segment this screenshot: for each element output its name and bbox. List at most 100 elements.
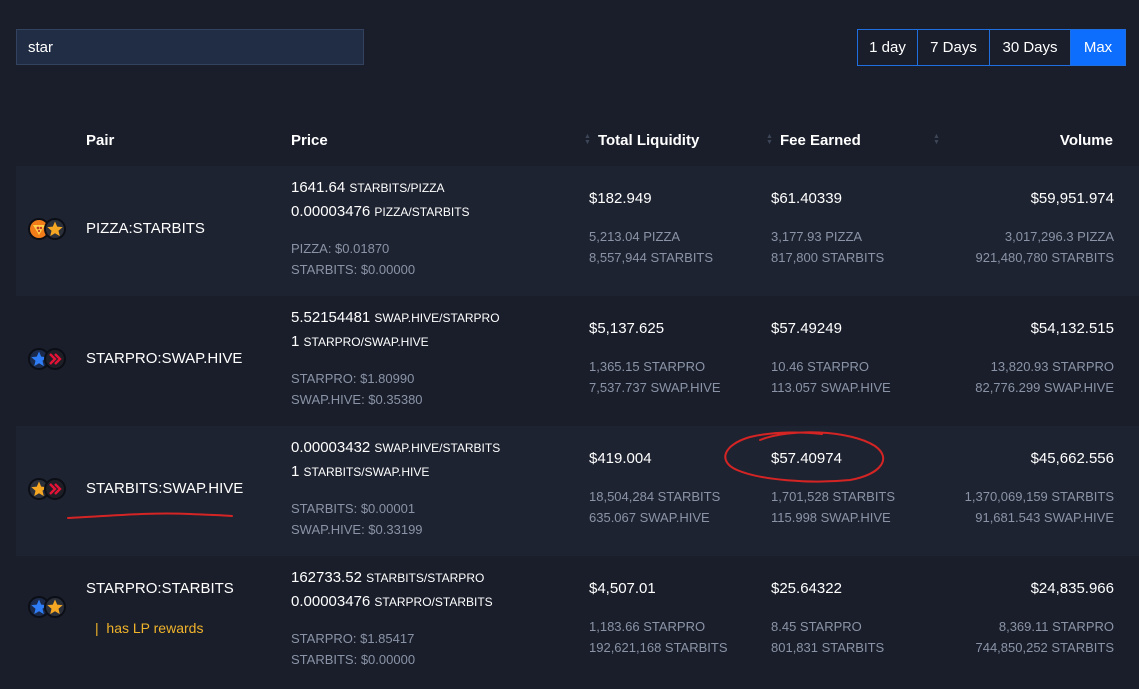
starbits-token-icon xyxy=(44,218,66,240)
volume-breakdown: 13,820.93 STARPRO 82,776.299 SWAP.HIVE xyxy=(975,356,1114,398)
liquidity-amount: 8,557,944 STARBITS xyxy=(589,250,714,265)
price-line-1: 162733.52 STARBITS/STARPRO xyxy=(291,566,493,590)
price-unit: SWAP.HIVE/STARPRO xyxy=(374,311,500,325)
usd-price: SWAP.HIVE: $0.33199 xyxy=(291,522,423,537)
price-cell: 162733.52 STARBITS/STARPRO 0.00003476 ST… xyxy=(291,566,493,614)
header-pair-label: Pair xyxy=(86,131,115,149)
fee-earned-value: $57.40974 xyxy=(771,450,842,467)
volume-amount: 8,369.11 STARPRO xyxy=(998,619,1114,634)
volume-amount: 82,776.299 SWAP.HIVE xyxy=(975,380,1114,395)
fee-earned-value: $25.64322 xyxy=(771,580,842,597)
liquidity-value: $419.004 xyxy=(589,450,652,467)
fee-amount: 8.45 STARPRO xyxy=(771,619,862,634)
header-total-liquidity[interactable]: ▲ ▼ Total Liquidity xyxy=(584,130,699,150)
header-pair[interactable]: Pair xyxy=(86,130,114,150)
price-cell: 0.00003432 SWAP.HIVE/STARBITS 1 STARBITS… xyxy=(291,436,500,484)
price-value: 0.00003432 xyxy=(291,439,371,456)
liquidity-amount: 5,213.04 PIZZA xyxy=(589,229,681,244)
price-line-2: 1 STARBITS/SWAP.HIVE xyxy=(291,460,500,484)
fee-amount: 115.998 SWAP.HIVE xyxy=(771,510,891,525)
header-price[interactable]: Price xyxy=(291,130,328,150)
liquidity-amount: 7,537.737 SWAP.HIVE xyxy=(589,380,721,395)
lp-rewards-text: has LP rewards xyxy=(106,620,204,636)
volume-value: $54,132.515 xyxy=(1030,320,1114,337)
pair-name[interactable]: STARPRO:SWAP.HIVE xyxy=(86,350,242,367)
usd-prices: STARBITS: $0.00001 SWAP.HIVE: $0.33199 xyxy=(291,498,423,540)
swap-hive-token-icon xyxy=(44,348,66,370)
usd-prices: PIZZA: $0.01870 STARBITS: $0.00000 xyxy=(291,238,415,280)
price-unit: SWAP.HIVE/STARBITS xyxy=(374,441,501,455)
header-fee-earned[interactable]: ▲ ▼ Fee Earned xyxy=(766,130,861,150)
volume-value: $59,951.974 xyxy=(1030,190,1114,207)
period-7-days-button[interactable]: 7 Days xyxy=(918,30,990,65)
pair-name[interactable]: STARPRO:STARBITS xyxy=(86,580,234,597)
volume-value: $24,835.966 xyxy=(1030,580,1114,597)
usd-price: PIZZA: $0.01870 xyxy=(291,241,390,256)
header-volume[interactable]: ▲ ▼ Volume xyxy=(933,130,1113,150)
price-line-2: 0.00003476 PIZZA/STARBITS xyxy=(291,200,470,224)
usd-prices: STARPRO: $1.85417 STARBITS: $0.00000 xyxy=(291,628,415,670)
fee-amount: 1,701,528 STARBITS xyxy=(771,489,896,504)
table-row[interactable]: STARBITS:SWAP.HIVE 0.00003432 SWAP.HIVE/… xyxy=(16,426,1139,556)
page: 1 day 7 Days 30 Days Max Pair Price ▲▼ T… xyxy=(0,0,1139,689)
volume-amount: 3,017,296.3 PIZZA xyxy=(1004,229,1114,244)
price-value: 162733.52 xyxy=(291,569,362,586)
fee-earned-value: $57.49249 xyxy=(771,320,842,337)
pair-icons xyxy=(28,478,68,502)
liquidity-value: $4,507.01 xyxy=(589,580,656,597)
volume-breakdown: 8,369.11 STARPRO 744,850,252 STARBITS xyxy=(975,616,1114,658)
usd-price: STARBITS: $0.00001 xyxy=(291,501,416,516)
table-row[interactable]: STARPRO:STARBITS | has LP rewards 162733… xyxy=(16,556,1139,686)
fee-amount: 3,177.93 PIZZA xyxy=(771,229,863,244)
liquidity-amount: 192,621,168 STARBITS xyxy=(589,640,728,655)
period-30-days-button[interactable]: 30 Days xyxy=(990,30,1071,65)
swap-hive-token-icon xyxy=(44,478,66,500)
header-total-liquidity-label: Total Liquidity xyxy=(597,131,700,149)
liquidity-amount: 18,504,284 STARBITS xyxy=(589,489,721,504)
price-unit: PIZZA/STARBITS xyxy=(374,205,470,219)
pair-name[interactable]: STARBITS:SWAP.HIVE xyxy=(86,480,243,497)
price-cell: 5.52154481 SWAP.HIVE/STARPRO 1 STARPRO/S… xyxy=(291,306,500,354)
usd-price: SWAP.HIVE: $0.35380 xyxy=(291,392,423,407)
period-max-button[interactable]: Max xyxy=(1071,30,1125,65)
price-unit: STARBITS/PIZZA xyxy=(349,181,445,195)
volume-amount: 744,850,252 STARBITS xyxy=(975,640,1114,655)
fee-breakdown: 8.45 STARPRO 801,831 STARBITS xyxy=(771,616,884,658)
header-price-label: Price xyxy=(291,131,328,149)
search-box[interactable] xyxy=(16,29,364,65)
fee-amount: 113.057 SWAP.HIVE xyxy=(771,380,891,395)
volume-amount: 13,820.93 STARPRO xyxy=(990,359,1114,374)
liquidity-amount: 635.067 SWAP.HIVE xyxy=(589,510,710,525)
fee-amount: 10.46 STARPRO xyxy=(771,359,870,374)
volume-breakdown: 3,017,296.3 PIZZA 921,480,780 STARBITS xyxy=(975,226,1114,268)
usd-price: STARPRO: $1.85417 xyxy=(291,631,415,646)
table-row[interactable]: PIZZA:STARBITS 1641.64 STARBITS/PIZZA 0.… xyxy=(16,166,1139,296)
price-value: 0.00003476 xyxy=(291,203,371,220)
price-value: 1 xyxy=(291,463,300,480)
price-unit: STARBITS/STARPRO xyxy=(366,571,485,585)
volume-value: $45,662.556 xyxy=(1030,450,1114,467)
lp-rewards-label: | has LP rewards xyxy=(95,620,204,636)
table-row[interactable]: STARPRO:SWAP.HIVE 5.52154481 SWAP.HIVE/S… xyxy=(16,296,1139,426)
liquidity-amount: 1,365.15 STARPRO xyxy=(589,359,706,374)
price-unit: STARPRO/STARBITS xyxy=(374,595,493,609)
price-line-1: 5.52154481 SWAP.HIVE/STARPRO xyxy=(291,306,500,330)
price-value: 0.00003476 xyxy=(291,593,371,610)
search-input[interactable] xyxy=(28,38,328,56)
usd-price: STARBITS: $0.00000 xyxy=(291,652,416,667)
liquidity-value: $5,137.625 xyxy=(589,320,665,337)
price-value: 1641.64 xyxy=(291,179,346,196)
price-value: 1 xyxy=(291,333,300,350)
price-line-2: 1 STARPRO/SWAP.HIVE xyxy=(291,330,500,354)
usd-prices: STARPRO: $1.80990 SWAP.HIVE: $0.35380 xyxy=(291,368,423,410)
sort-icon: ▲ ▼ xyxy=(766,133,773,146)
price-line-1: 1641.64 STARBITS/PIZZA xyxy=(291,176,470,200)
price-value: 5.52154481 xyxy=(291,309,371,326)
usd-price: STARPRO: $1.80990 xyxy=(291,371,415,386)
price-line-1: 0.00003432 SWAP.HIVE/STARBITS xyxy=(291,436,500,460)
pair-name[interactable]: PIZZA:STARBITS xyxy=(86,220,205,237)
liquidity-amount: 1,183.66 STARPRO xyxy=(589,619,706,634)
period-1-day-button[interactable]: 1 day xyxy=(858,30,918,65)
header-volume-label: Volume xyxy=(1059,131,1113,149)
period-selector: 1 day 7 Days 30 Days Max xyxy=(857,29,1126,66)
